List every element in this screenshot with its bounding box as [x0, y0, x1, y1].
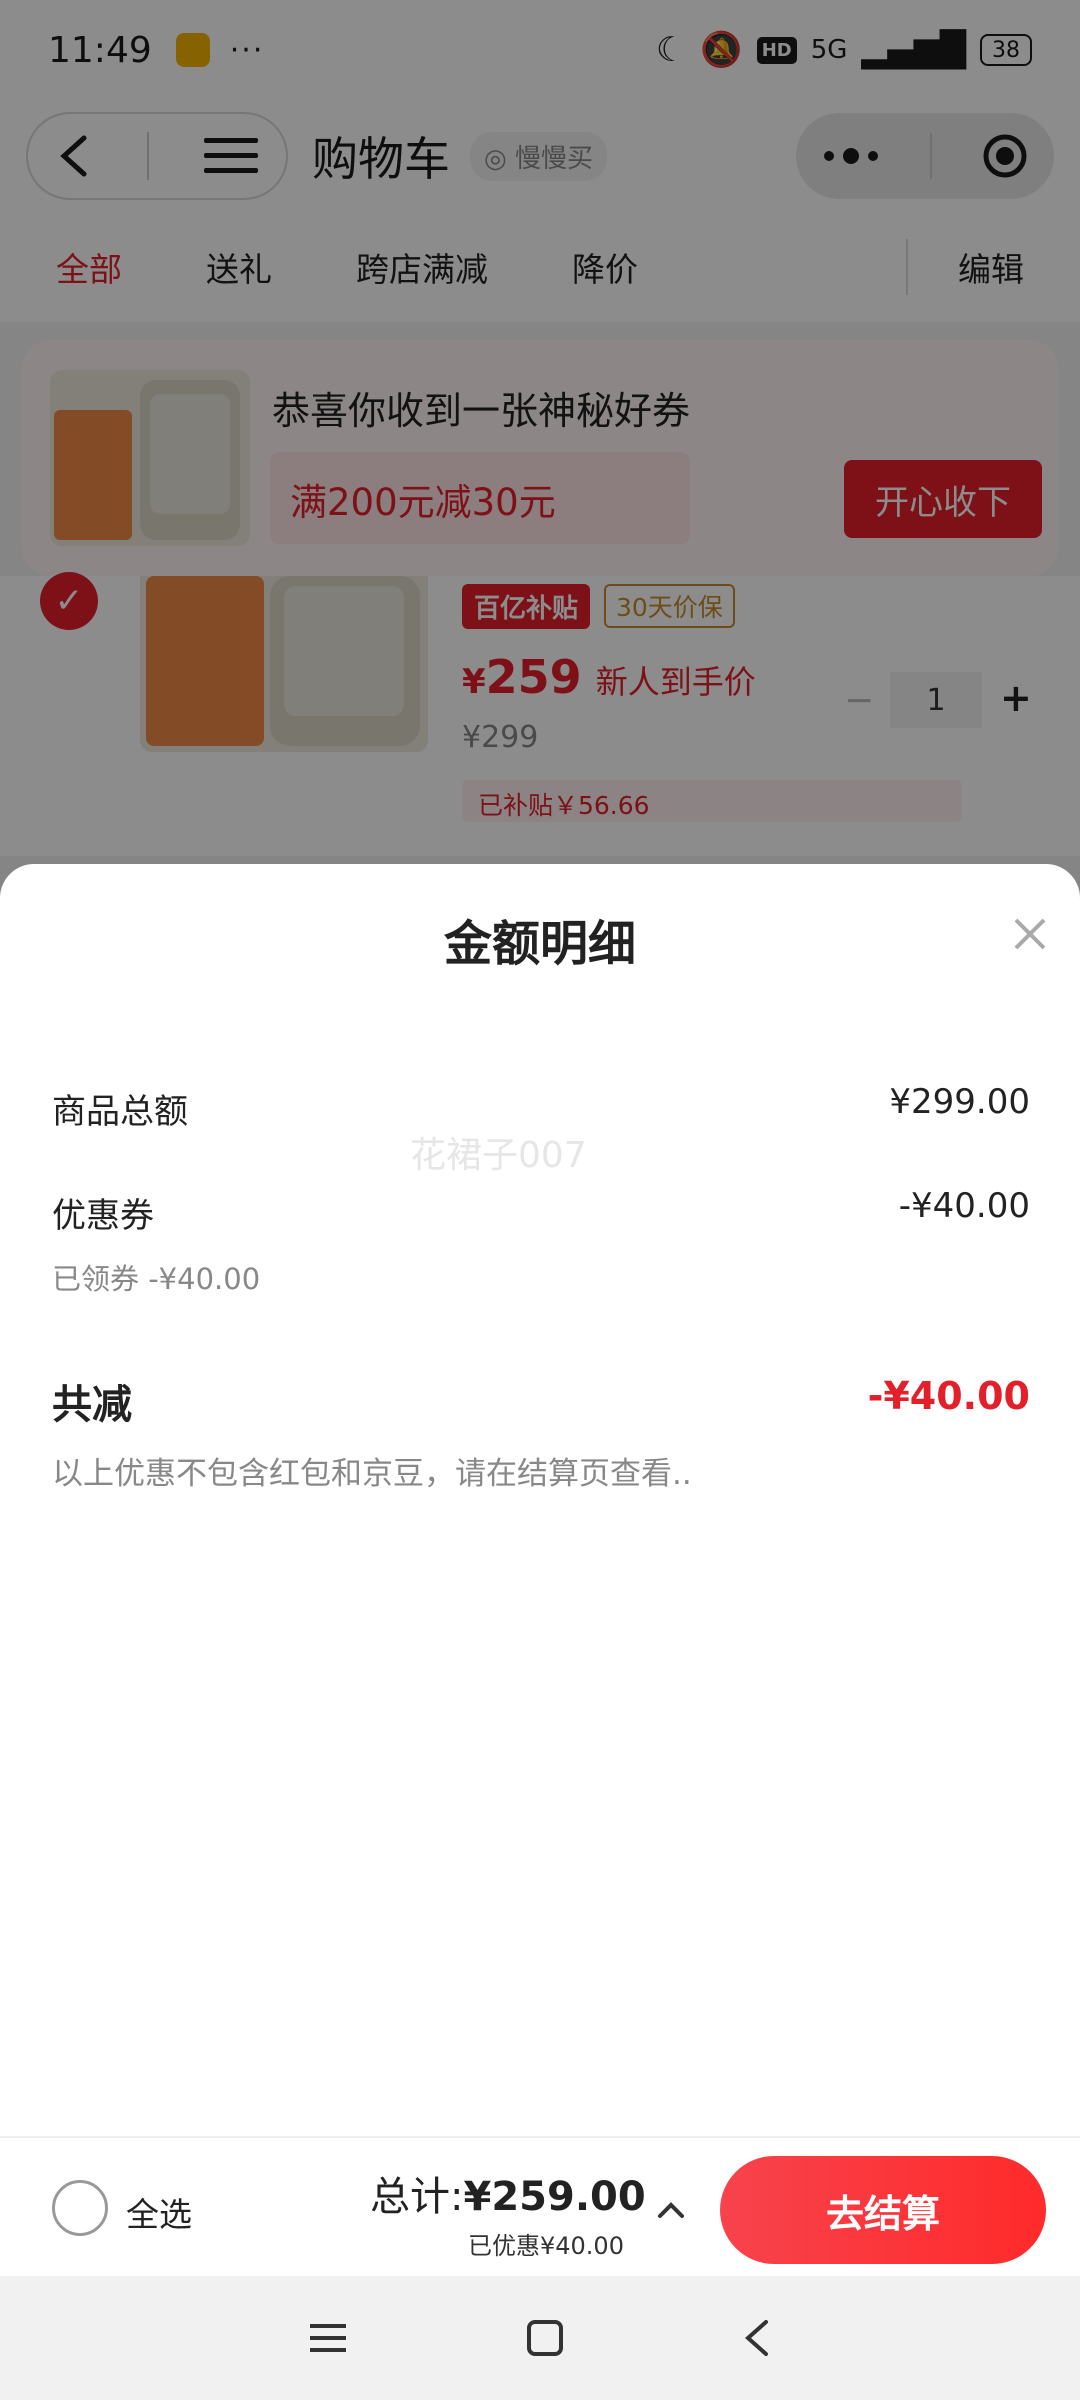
sheet-title: 金额明细 [443, 916, 636, 972]
chevron-up-icon[interactable] [656, 2200, 686, 2220]
checkout-bar: 全选 总计:¥259.00 已优惠¥40.00 去结算 [0, 2136, 1080, 2276]
system-navigation-bar [0, 2276, 1080, 2400]
goods-total-value: ¥299.00 [889, 1082, 1030, 1122]
watermark: 花裙子007 [410, 1135, 587, 1176]
checkout-button[interactable]: 去结算 [720, 2156, 1046, 2264]
home-icon[interactable] [525, 2318, 565, 2358]
select-all-radio[interactable] [52, 2180, 108, 2236]
recent-apps-icon[interactable] [308, 2320, 348, 2356]
coupon-sub-note: 已领券 -¥40.00 [52, 1262, 261, 1296]
select-all-label[interactable]: 全选 [126, 2188, 192, 2236]
total-prefix: 总计: [370, 2174, 464, 2220]
saved-amount: 已优惠¥40.00 [468, 2232, 624, 2260]
coupon-value: -¥40.00 [898, 1186, 1030, 1226]
discount-note: 以上优惠不包含红包和京豆，请在结算页查看.. [52, 1456, 692, 1492]
coupon-label: 优惠券 [52, 1196, 154, 1236]
close-icon[interactable] [1012, 916, 1048, 952]
total-reduction-label: 共减 [52, 1382, 132, 1428]
total-amount: 总计:¥259.00 [370, 2164, 646, 2222]
goods-total-label: 商品总额 [52, 1092, 188, 1132]
amount-detail-sheet: 金额明细 商品总额 ¥299.00 花裙子007 优惠券 -¥40.00 已领券… [0, 864, 1080, 2236]
back-icon[interactable] [742, 2318, 772, 2358]
total-amount-value: ¥259.00 [463, 2174, 646, 2220]
total-reduction-value: -¥40.00 [867, 1374, 1030, 1418]
